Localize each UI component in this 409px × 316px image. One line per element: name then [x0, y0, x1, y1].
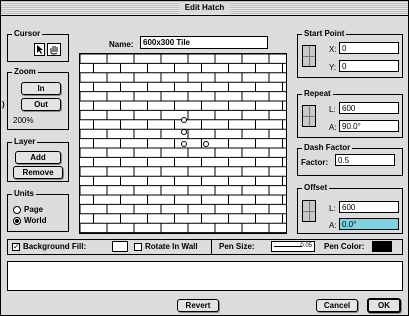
dash-factor-field[interactable]: 0.5	[335, 154, 395, 166]
offset-a-field[interactable]: 0.0°	[339, 218, 399, 230]
pen-size-field[interactable]: 0.05	[271, 241, 315, 252]
hatch-preview[interactable]	[79, 53, 287, 234]
zoom-legend: Zoom	[12, 67, 38, 77]
start-point-legend: Start Point	[302, 29, 347, 39]
repeat-legend: Repeat	[302, 89, 333, 99]
offset-l-field[interactable]: 600	[339, 201, 399, 213]
offset-l-label: L:	[329, 204, 336, 213]
start-y-label: Y:	[329, 63, 337, 72]
repeat-l-field[interactable]: 600	[339, 102, 399, 114]
edit-hatch-dialog: Edit Hatch Cursor Name: 600x300 Tile Zoo…	[0, 0, 409, 316]
cancel-button[interactable]: Cancel	[316, 299, 358, 312]
background-fill-checkbox[interactable]: ✓	[12, 243, 20, 251]
offset-legend: Offset	[302, 183, 330, 193]
units-page-radio[interactable]	[13, 206, 21, 214]
rotate-in-wall-checkbox[interactable]	[134, 243, 142, 251]
revert-button[interactable]: Revert	[177, 299, 219, 312]
ok-button[interactable]: OK	[367, 298, 401, 313]
start-x-field[interactable]: 0	[339, 42, 399, 54]
rotate-in-wall-label: Rotate In Wall	[145, 242, 198, 251]
offset-pad-icon[interactable]	[302, 200, 316, 222]
repeat-l-label: L:	[329, 105, 336, 114]
pen-size-line	[274, 246, 302, 247]
zoom-level: 200%	[13, 116, 34, 125]
dash-factor-legend: Dash Factor	[302, 143, 353, 153]
window-title: Edit Hatch	[178, 2, 231, 14]
name-label: Name:	[109, 40, 134, 49]
repeat-a-label: A:	[329, 123, 337, 132]
pen-size-value: 0.05	[300, 243, 312, 249]
background-fill-swatch[interactable]	[112, 241, 128, 252]
hatch-pattern	[79, 53, 286, 234]
cursor-legend: Cursor	[12, 29, 43, 39]
start-point-pad-icon[interactable]	[302, 45, 316, 67]
start-x-label: X:	[329, 45, 337, 54]
repeat-a-field[interactable]: 90.0°	[339, 120, 399, 132]
zoom-marker: )	[2, 100, 5, 109]
hatch-handle	[181, 117, 187, 123]
add-layer-button[interactable]: Add	[15, 151, 61, 164]
remove-layer-button[interactable]: Remove	[13, 166, 63, 179]
pen-size-label: Pen Size:	[219, 242, 255, 251]
name-field[interactable]: 600x300 Tile	[140, 36, 268, 49]
units-page-label: Page	[24, 205, 44, 214]
hatch-handle	[181, 129, 187, 135]
hatch-handle	[203, 141, 209, 147]
pen-color-swatch[interactable]	[372, 241, 392, 252]
zoom-out-button[interactable]: Out	[21, 98, 61, 111]
title-bar[interactable]: Edit Hatch	[1, 1, 408, 16]
units-world-label: World	[24, 216, 47, 225]
dash-factor-label: Factor:	[301, 158, 329, 167]
background-fill-label: Background Fill:	[23, 242, 87, 251]
pen-color-label: Pen Color:	[324, 242, 365, 251]
units-legend: Units	[12, 189, 36, 199]
message-area	[7, 261, 403, 291]
units-world-radio[interactable]	[13, 217, 21, 225]
hatch-handle	[181, 141, 187, 147]
layer-legend: Layer	[12, 137, 38, 147]
zoom-in-button[interactable]: In	[21, 82, 61, 95]
start-y-field[interactable]: 0	[339, 60, 399, 72]
hand-icon[interactable]	[47, 43, 61, 56]
arrow-icon[interactable]	[34, 43, 45, 56]
offset-a-label: A:	[329, 221, 337, 230]
repeat-pad-icon[interactable]	[302, 105, 316, 127]
bottom-divider	[211, 239, 212, 255]
